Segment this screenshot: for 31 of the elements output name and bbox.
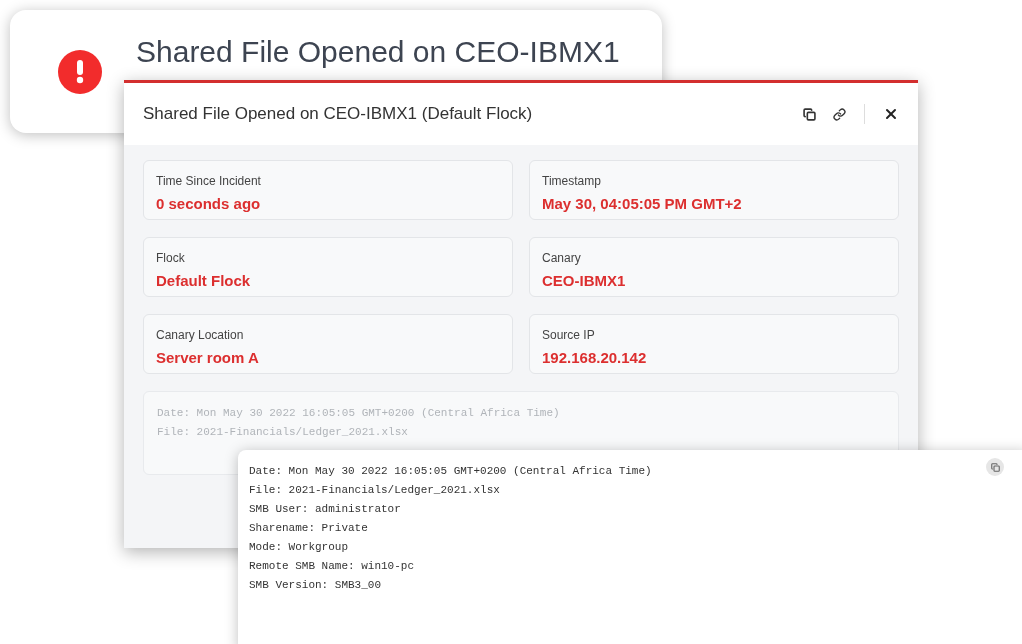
field-value: 0 seconds ago — [156, 194, 262, 214]
field-value: Server room A — [156, 348, 260, 368]
copy-button[interactable] — [802, 107, 816, 121]
log-line: Date: Mon May 30 2022 16:05:05 GMT+0200 (Central Africa Time) — [249, 464, 653, 479]
close-button[interactable] — [883, 106, 899, 122]
field-label: Flock — [156, 250, 186, 267]
field-label: Canary Location — [156, 327, 245, 344]
field-label: Timestamp — [542, 173, 602, 190]
log-line: Remote SMB Name: win10-pc — [249, 559, 416, 574]
log-line: File: 2021-Financials/Ledger_2021.xlsx — [157, 425, 409, 440]
field-value: 192.168.20.142 — [542, 348, 648, 368]
link-button[interactable] — [832, 107, 846, 121]
copy-icon — [802, 107, 816, 121]
field-label: Canary — [542, 250, 582, 267]
field-label: Source IP — [542, 327, 596, 344]
log-line: Mode: Workgroup — [249, 540, 350, 555]
log-line: SMB User: administrator — [249, 502, 402, 517]
field-value: Default Flock — [156, 271, 252, 291]
modal-title: Shared File Opened on CEO-IBMX1 (Default Flock) — [143, 103, 534, 126]
log-line: Sharename: Private — [249, 521, 369, 536]
link-icon — [832, 107, 846, 121]
close-icon — [883, 106, 899, 122]
field-value: May 30, 04:05:05 PM GMT+2 — [542, 194, 743, 214]
field-label: Time Since Incident — [156, 173, 262, 190]
log-line: Date: Mon May 30 2022 16:05:05 GMT+0200 (Central Africa Time) — [157, 406, 561, 421]
log-line: File: 2021-Financials/Ledger_2021.xlsx — [249, 483, 501, 498]
copy-icon — [990, 462, 1000, 472]
log-line: SMB Version: SMB3_00 — [249, 578, 383, 593]
notification-title: Shared File Opened on CEO-IBMX1 — [136, 34, 620, 70]
field-value: CEO-IBMX1 — [542, 271, 627, 291]
exclamation-icon — [76, 60, 84, 84]
